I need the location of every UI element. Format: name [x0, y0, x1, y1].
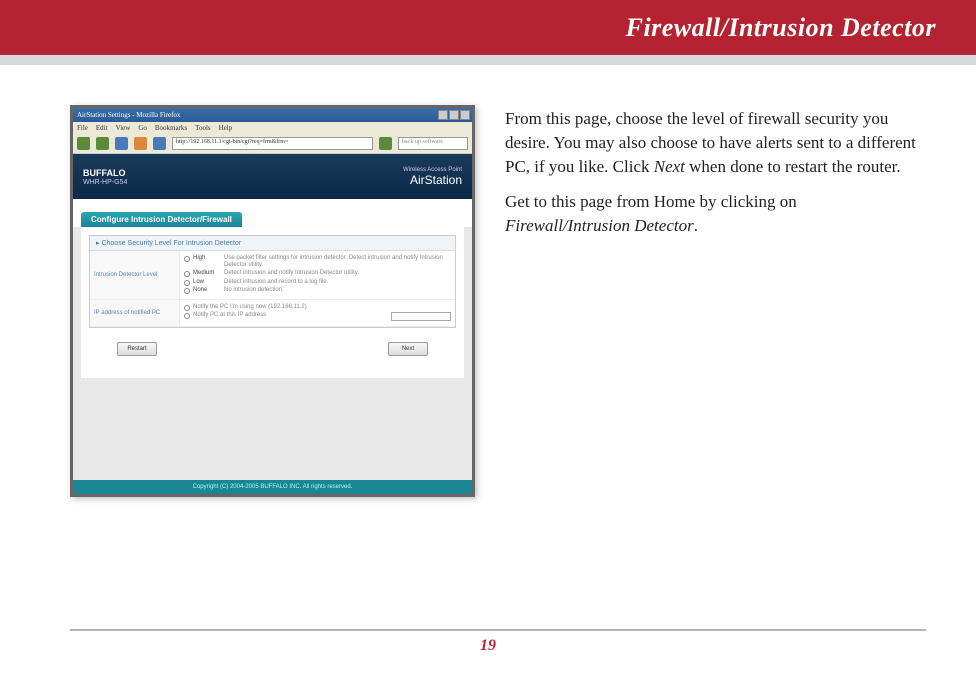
- setting-row-ip: IP address of notified PC Notify the PC …: [90, 300, 455, 327]
- paragraph-1: From this page, choose the level of fire…: [505, 107, 926, 178]
- home-icon[interactable]: [153, 137, 166, 150]
- button-row: Restart Next: [89, 328, 456, 370]
- page-title: Firewall/Intrusion Detector: [626, 13, 936, 43]
- level-options: High Use packet filter settings for intr…: [180, 251, 455, 299]
- paragraph-2: Get to this page from Home by clicking o…: [505, 190, 926, 238]
- radio-desc: Detect intrusion and record to a log fil…: [224, 279, 451, 286]
- section-header: ▸ Choose Security Level For Intrusion De…: [90, 236, 455, 251]
- brand-block: BUFFALO WHR-HP-G54: [83, 168, 127, 186]
- brand-model: WHR-HP-G54: [83, 179, 127, 186]
- menu-go[interactable]: Go: [138, 124, 147, 132]
- radio-icon: [184, 271, 190, 277]
- setting-row-level: Intrusion Detector Level High Use packet…: [90, 251, 455, 300]
- forward-icon[interactable]: [96, 137, 109, 150]
- radio-label: High: [193, 255, 221, 262]
- menu-file[interactable]: File: [77, 124, 88, 132]
- window-controls: [438, 110, 470, 120]
- radio-medium[interactable]: Medium Detect intrusion and notify Intru…: [184, 270, 451, 277]
- back-icon[interactable]: [77, 137, 90, 150]
- document-header: Firewall/Intrusion Detector: [0, 0, 976, 55]
- header-underline: [0, 55, 976, 65]
- screenshot-container: AirStation Settings - Mozilla Firefox Fi…: [70, 105, 475, 497]
- radio-none[interactable]: None No intrusion detection.: [184, 287, 451, 294]
- reload-icon[interactable]: [115, 137, 128, 150]
- p1-b: when done to restart the router.: [685, 157, 901, 176]
- level-label: Intrusion Detector Level: [90, 251, 180, 299]
- radio-icon: [184, 280, 190, 286]
- radio-desc: No intrusion detection.: [224, 287, 451, 294]
- radio-icon: [184, 305, 190, 311]
- embedded-screenshot: AirStation Settings - Mozilla Firefox Fi…: [70, 105, 475, 497]
- go-icon[interactable]: [379, 137, 392, 150]
- tab-row: Configure Intrusion Detector/Firewall: [73, 199, 472, 227]
- radio-desc: Use packet filter settings for intrusion…: [224, 255, 451, 269]
- menu-tools[interactable]: Tools: [195, 124, 210, 132]
- minimize-icon[interactable]: [438, 110, 448, 120]
- ip-label: IP address of notified PC: [90, 300, 180, 326]
- next-word: Next: [654, 157, 685, 176]
- radio-low[interactable]: Low Detect intrusion and record to a log…: [184, 279, 451, 286]
- radio-icon: [184, 256, 190, 262]
- menu-bookmarks[interactable]: Bookmarks: [155, 124, 187, 132]
- section-title: Choose Security Level For Intrusion Dete…: [101, 240, 241, 247]
- maximize-icon[interactable]: [449, 110, 459, 120]
- radio-icon: [184, 288, 190, 294]
- radio-desc: Detect intrusion and notify Intrusion De…: [224, 270, 451, 277]
- content-area: AirStation Settings - Mozilla Firefox Fi…: [0, 65, 976, 497]
- page-number: 19: [0, 637, 976, 655]
- browser-menubar: File Edit View Go Bookmarks Tools Help: [73, 122, 472, 134]
- router-header: BUFFALO WHR-HP-G54 Wireless Access Point…: [73, 154, 472, 199]
- link-name: Firewall/Intrusion Detector: [505, 216, 694, 235]
- instruction-text: From this page, choose the level of fire…: [505, 105, 926, 497]
- radio-label: None: [193, 287, 221, 294]
- p2-a: Get to this page from Home by clicking o…: [505, 192, 797, 211]
- product-label: AirStation: [410, 173, 462, 187]
- stop-icon[interactable]: [134, 137, 147, 150]
- radio-icon: [184, 313, 190, 319]
- tab-configure[interactable]: Configure Intrusion Detector/Firewall: [81, 212, 242, 227]
- search-bar[interactable]: back up software: [398, 137, 468, 150]
- radio-label: Low: [193, 279, 221, 286]
- router-footer: Copyright (C) 2004-2005 BUFFALO INC. All…: [73, 480, 472, 494]
- radio-high[interactable]: High Use packet filter settings for intr…: [184, 255, 451, 269]
- close-icon[interactable]: [460, 110, 470, 120]
- window-title: AirStation Settings - Mozilla Firefox: [77, 111, 180, 119]
- radio-notify-ip[interactable]: Notify PC at this IP address: [184, 312, 451, 321]
- next-button[interactable]: Next: [388, 342, 428, 356]
- config-panel: ▸ Choose Security Level For Intrusion De…: [81, 227, 464, 378]
- radio-label: Medium: [193, 270, 221, 277]
- menu-help[interactable]: Help: [219, 124, 233, 132]
- url-bar[interactable]: http://192.168.11.1/cgi-bin/cgi?req=frm&…: [172, 137, 373, 150]
- brand-logo: BUFFALO: [83, 168, 127, 178]
- footer-rule: [70, 629, 926, 631]
- page-footer: 19: [0, 629, 976, 655]
- ip-address-input[interactable]: [391, 312, 451, 321]
- product-name: Wireless Access Point AirStation: [403, 167, 462, 187]
- menu-view[interactable]: View: [116, 124, 131, 132]
- panel-body: ▸ Choose Security Level For Intrusion De…: [89, 235, 456, 328]
- browser-toolbar: http://192.168.11.1/cgi-bin/cgi?req=frm&…: [73, 134, 472, 154]
- ip-options: Notify the PC I'm using now (192.168.11.…: [180, 300, 455, 326]
- browser-titlebar: AirStation Settings - Mozilla Firefox: [73, 108, 472, 122]
- radio-desc: Notify the PC I'm using now (192.168.11.…: [193, 304, 451, 311]
- radio-notify-current[interactable]: Notify the PC I'm using now (192.168.11.…: [184, 304, 451, 311]
- restart-button[interactable]: Restart: [117, 342, 157, 356]
- menu-edit[interactable]: Edit: [96, 124, 108, 132]
- radio-desc: Notify PC at this IP address: [193, 312, 382, 319]
